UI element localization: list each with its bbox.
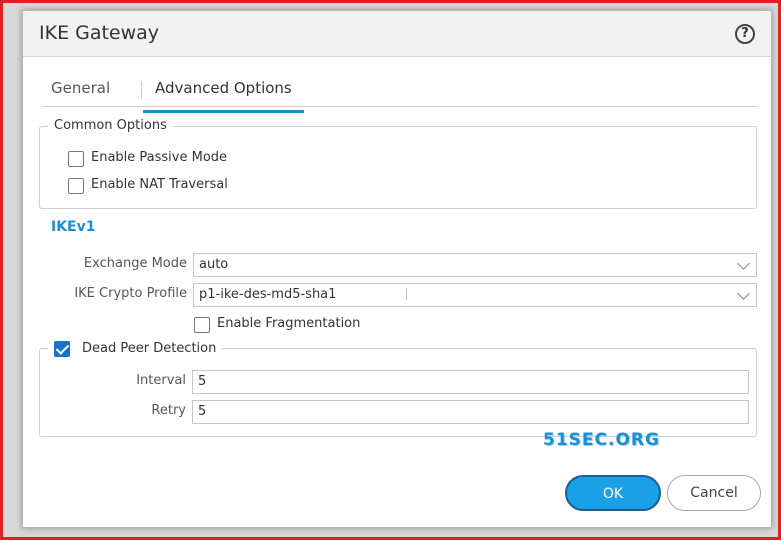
interval-input[interactable]: 5 xyxy=(192,370,749,394)
ikev1-heading: IKEv1 xyxy=(51,219,96,235)
retry-label: Retry xyxy=(151,403,186,418)
common-options-legend: Common Options xyxy=(48,118,173,133)
crypto-profile-value: p1-ike-des-md5-sha1 xyxy=(199,287,337,302)
dpd-legend-label: Dead Peer Detection xyxy=(82,341,217,356)
help-circle-icon[interactable]: ? xyxy=(735,24,755,44)
ike-gateway-dialog: IKE Gateway ? General Advanced Options C… xyxy=(22,10,772,528)
crypto-profile-label: IKE Crypto Profile xyxy=(74,286,187,301)
interval-value: 5 xyxy=(198,374,207,389)
fragmentation-checkbox[interactable] xyxy=(194,317,210,333)
nat-traversal-label: Enable NAT Traversal xyxy=(91,177,228,192)
nat-traversal-checkbox[interactable] xyxy=(68,178,84,194)
passive-mode-checkbox[interactable] xyxy=(68,151,84,167)
chevron-down-icon xyxy=(737,257,750,270)
passive-mode-label: Enable Passive Mode xyxy=(91,150,228,165)
text-cursor-icon xyxy=(406,288,407,300)
common-options-group: Common Options Enable Passive Mode Enabl… xyxy=(39,118,757,209)
ok-button[interactable]: OK xyxy=(565,475,661,511)
dialog-title: IKE Gateway xyxy=(39,22,160,44)
retry-input[interactable]: 5 xyxy=(192,400,749,424)
interval-label: Interval xyxy=(136,373,186,388)
watermark-text: 51SEC.ORG xyxy=(543,430,660,450)
fragmentation-label: Enable Fragmentation xyxy=(217,316,361,331)
dpd-checkbox[interactable] xyxy=(54,341,70,357)
chevron-down-icon xyxy=(737,287,750,300)
tab-advanced-options[interactable]: Advanced Options xyxy=(143,79,304,113)
tab-general[interactable]: General xyxy=(51,79,110,107)
exchange-mode-label: Exchange Mode xyxy=(83,256,187,271)
retry-value: 5 xyxy=(198,404,207,419)
exchange-mode-select[interactable]: auto xyxy=(193,253,757,277)
tab-separator xyxy=(141,81,142,99)
crypto-profile-select[interactable]: p1-ike-des-md5-sha1 xyxy=(193,283,757,307)
tab-bar: General Advanced Options xyxy=(43,73,757,113)
dpd-legend: Dead Peer Detection xyxy=(48,339,223,357)
dialog-titlebar: IKE Gateway ? xyxy=(23,11,771,57)
exchange-mode-value: auto xyxy=(199,257,229,272)
cancel-button[interactable]: Cancel xyxy=(667,475,761,511)
dead-peer-detection-group: Dead Peer Detection Interval 5 Retry 5 xyxy=(39,339,757,437)
